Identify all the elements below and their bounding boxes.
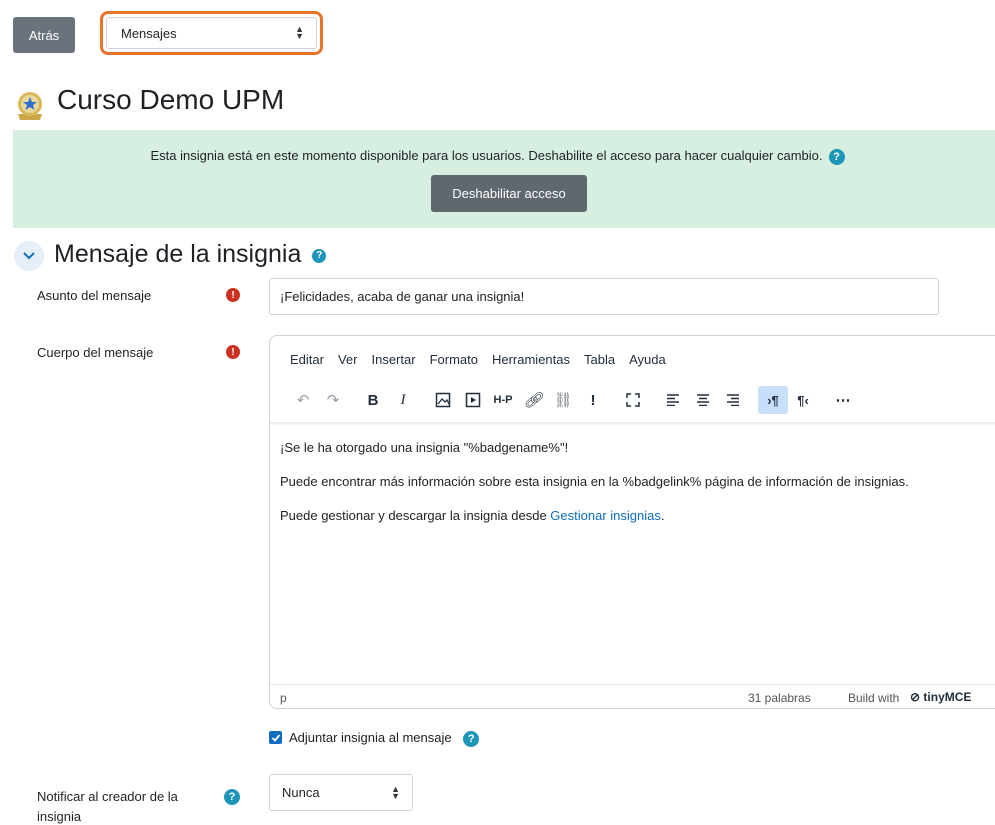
help-icon[interactable]: ? (828, 148, 845, 165)
menu-editar[interactable]: Editar (290, 352, 324, 367)
alert-text: Esta insignia está en este momento dispo… (150, 148, 823, 163)
editor-toolbar: ↶ ↷ B I H‑P 🔗︎ ⛓︎ ! ›¶ ¶‹ ⋯ (288, 386, 858, 414)
paragraph-text: . (660, 508, 665, 523)
required-icon: ! (226, 345, 240, 359)
align-left-icon[interactable] (658, 386, 688, 414)
align-center-icon[interactable] (688, 386, 718, 414)
image-icon[interactable] (428, 386, 458, 414)
disable-access-button[interactable]: Deshabilitar acceso (431, 175, 587, 212)
collapse-chevron-icon[interactable] (14, 241, 44, 271)
body-paragraph: Puede gestionar y descargar la insignia … (280, 506, 980, 526)
link-icon[interactable]: 🔗︎ (518, 386, 548, 414)
word-count[interactable]: 31 palabras (748, 691, 811, 705)
element-path[interactable]: p (280, 691, 287, 705)
help-icon[interactable]: ? (312, 248, 327, 263)
editor-content[interactable]: ¡Se le ha otorgado una insignia "%badgen… (280, 438, 980, 540)
menu-formato[interactable]: Formato (430, 352, 478, 367)
notify-label-line: insignia (37, 809, 82, 824)
required-icon: ! (226, 288, 240, 302)
notify-creator-label: Notificar al creador de la insignia (37, 787, 178, 825)
notify-select-value: Nunca (282, 785, 320, 800)
menu-herramientas[interactable]: Herramientas (492, 352, 570, 367)
body-label: Cuerpo del mensaje (37, 345, 154, 360)
course-title: Curso Demo UPM (57, 84, 285, 115)
rtl-icon[interactable]: ¶‹ (788, 386, 818, 414)
section-select[interactable]: Mensajes ▲ ▼ (106, 17, 317, 49)
back-button[interactable]: Atrás (13, 17, 75, 53)
redo-icon[interactable]: ↷ (318, 386, 348, 414)
message-body-editor[interactable]: Editar Ver Insertar Formato Herramientas… (269, 335, 995, 709)
tinymce-logo[interactable]: ⊘ tinyMCE (910, 690, 971, 704)
align-right-icon[interactable] (718, 386, 748, 414)
undo-icon[interactable]: ↶ (288, 386, 318, 414)
section-title-text: Mensaje de la insignia (54, 240, 302, 268)
h5p-icon[interactable]: H‑P (488, 386, 518, 414)
subject-label: Asunto del mensaje (37, 288, 152, 303)
subject-input[interactable]: ¡Felicidades, acaba de ganar una insigni… (269, 278, 939, 315)
manage-badges-link[interactable]: Gestionar insignias (550, 508, 661, 523)
badge-icon (14, 90, 46, 122)
menu-ayuda[interactable]: Ayuda (629, 352, 666, 367)
ltr-icon[interactable]: ›¶ (758, 386, 788, 414)
attach-badge-text: Adjuntar insignia al mensaje (289, 730, 452, 745)
section-select-value: Mensajes (121, 25, 177, 41)
editor-menubar: Editar Ver Insertar Formato Herramientas… (290, 352, 666, 367)
attach-badge-checkbox[interactable] (269, 731, 282, 744)
media-icon[interactable] (458, 386, 488, 414)
menu-tabla[interactable]: Tabla (584, 352, 615, 367)
editor-statusbar: p 31 palabras Build with ⊘ tinyMCE (270, 684, 995, 708)
editor-divider (270, 422, 995, 426)
build-with-text: Build with (848, 691, 900, 705)
fullscreen-icon[interactable] (618, 386, 648, 414)
tinymce-logo-icon: ⊘ (910, 690, 921, 704)
section-title: Mensaje de la insignia ? (54, 240, 327, 269)
italic-icon[interactable]: I (388, 386, 418, 414)
bold-icon[interactable]: B (358, 386, 388, 414)
more-icon[interactable]: ⋯ (828, 386, 858, 414)
no-autolink-icon[interactable]: ! (578, 386, 608, 414)
notify-label-line: Notificar al creador de la (37, 789, 178, 804)
help-icon[interactable]: ? (224, 789, 240, 805)
attach-badge-label: Adjuntar insignia al mensaje ? (289, 730, 480, 747)
notify-creator-select[interactable]: Nunca ▲ ▼ (269, 774, 413, 811)
select-arrows-icon: ▲ ▼ (391, 784, 400, 801)
menu-insertar[interactable]: Insertar (371, 352, 415, 367)
menu-ver[interactable]: Ver (338, 352, 358, 367)
select-arrows-icon: ▲ ▼ (295, 24, 304, 41)
body-paragraph: Puede encontrar más información sobre es… (280, 474, 909, 489)
help-icon[interactable]: ? (463, 730, 480, 747)
alert-message: Esta insignia está en este momento dispo… (0, 148, 995, 165)
body-paragraph: ¡Se le ha otorgado una insignia "%badgen… (280, 440, 569, 455)
paragraph-text: Puede gestionar y descargar la insignia … (280, 508, 551, 523)
unlink-icon[interactable]: ⛓︎ (548, 386, 578, 414)
tinymce-brand: tinyMCE (923, 690, 972, 704)
